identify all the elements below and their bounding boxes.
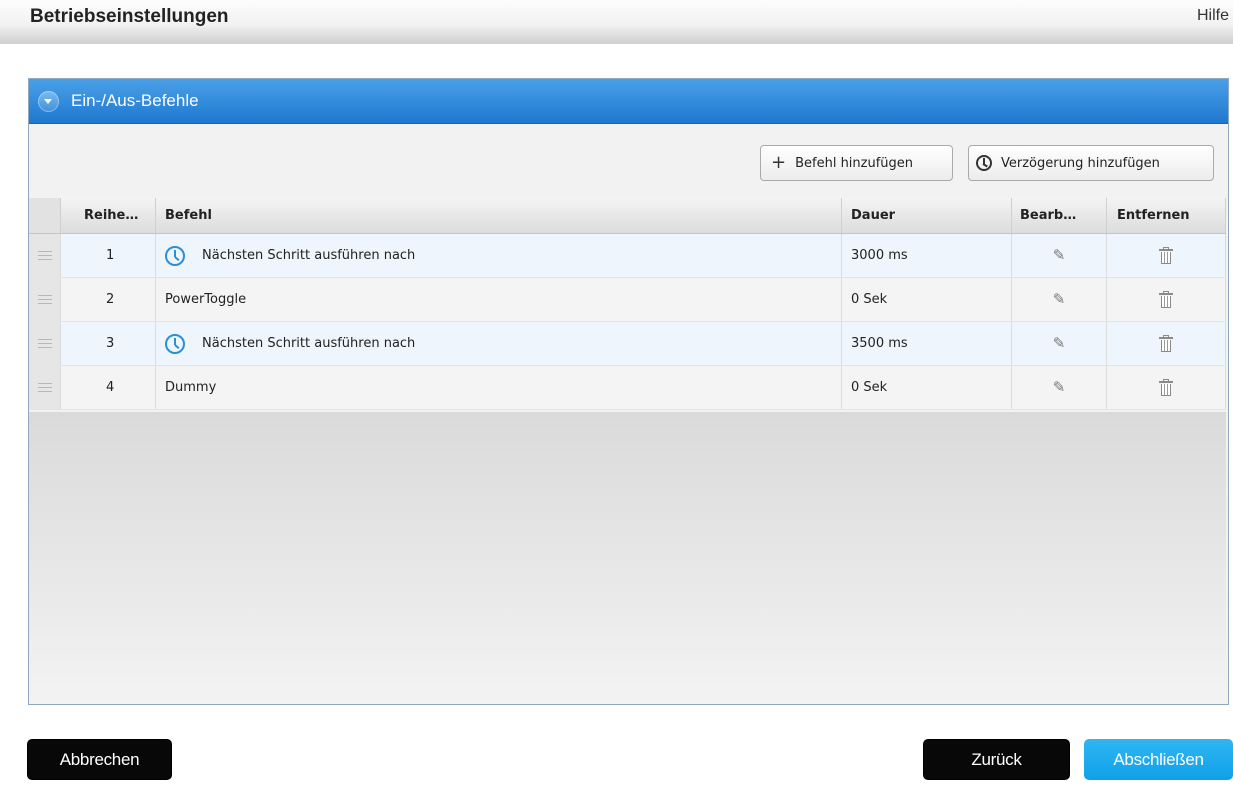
row-command-label: Nächsten Schritt ausführen nach <box>202 336 416 351</box>
column-header-duration[interactable]: Dauer <box>842 198 1012 233</box>
collapse-icon[interactable] <box>38 91 59 112</box>
row-command-label: PowerToggle <box>165 292 247 307</box>
top-bar: Betriebseinstellungen Hilfe <box>0 0 1233 44</box>
trash-icon <box>1159 291 1173 308</box>
drag-handle-icon[interactable] <box>29 234 61 277</box>
pencil-icon: ✎ <box>1052 334 1066 352</box>
column-header-edit[interactable]: Bearb… <box>1012 198 1107 233</box>
row-order: 1 <box>61 234 156 277</box>
row-order: 4 <box>61 366 156 409</box>
trash-icon <box>1159 247 1173 264</box>
edit-button[interactable]: ✎ <box>1012 322 1107 365</box>
pencil-icon: ✎ <box>1052 378 1066 396</box>
row-command-label: Dummy <box>165 380 217 395</box>
row-duration: 3000 ms <box>842 234 1012 277</box>
clock-icon <box>165 245 185 266</box>
pencil-icon: ✎ <box>1052 246 1066 264</box>
row-command: Dummy <box>156 366 842 409</box>
drag-handle-icon[interactable] <box>29 278 61 321</box>
row-duration: 3500 ms <box>842 322 1012 365</box>
panel-title: Ein-/Aus-Befehle <box>71 91 199 110</box>
delete-button[interactable] <box>1107 366 1226 409</box>
header-handle-cell <box>29 198 61 233</box>
commands-table: Reihe… Befehl Dauer Bearb… Entfernen 1 N… <box>29 198 1226 412</box>
plus-icon: + <box>771 152 787 173</box>
column-header-command[interactable]: Befehl <box>156 198 842 233</box>
column-header-remove[interactable]: Entfernen <box>1107 198 1226 233</box>
table-row[interactable]: 3 Nächsten Schritt ausführen nach 3500 m… <box>29 322 1226 366</box>
delete-button[interactable] <box>1107 278 1226 321</box>
trash-icon <box>1159 379 1173 396</box>
column-header-order[interactable]: Reihe… <box>61 198 156 233</box>
edit-button[interactable]: ✎ <box>1012 278 1107 321</box>
row-duration: 0 Sek <box>842 278 1012 321</box>
table-row[interactable]: 1 Nächsten Schritt ausführen nach 3000 m… <box>29 234 1226 278</box>
row-command: Nächsten Schritt ausführen nach <box>156 322 842 365</box>
row-command: Nächsten Schritt ausführen nach <box>156 234 842 277</box>
row-command-label: Nächsten Schritt ausführen nach <box>202 248 416 263</box>
trash-icon <box>1159 335 1173 352</box>
row-order: 2 <box>61 278 156 321</box>
table-row[interactable]: 4 Dummy 0 Sek ✎ <box>29 366 1226 410</box>
table-header: Reihe… Befehl Dauer Bearb… Entfernen <box>29 198 1226 234</box>
help-link[interactable]: Hilfe <box>1197 7 1229 25</box>
drag-handle-icon[interactable] <box>29 322 61 365</box>
back-button[interactable]: Zurück <box>923 739 1070 780</box>
panel-header[interactable]: Ein-/Aus-Befehle <box>29 79 1228 124</box>
clock-icon <box>976 155 992 171</box>
add-delay-label: Verzögerung hinzufügen <box>1001 155 1160 171</box>
finish-button[interactable]: Abschließen <box>1084 739 1233 780</box>
clock-icon <box>165 333 185 354</box>
table-row[interactable]: 2 PowerToggle 0 Sek ✎ <box>29 278 1226 322</box>
row-order: 3 <box>61 322 156 365</box>
row-command: PowerToggle <box>156 278 842 321</box>
add-command-label: Befehl hinzufügen <box>795 155 914 171</box>
panel-body: + Befehl hinzufügen Verzögerung hinzufüg… <box>29 124 1228 704</box>
table-empty-area <box>29 412 1226 704</box>
delete-button[interactable] <box>1107 322 1226 365</box>
edit-button[interactable]: ✎ <box>1012 234 1107 277</box>
page-title: Betriebseinstellungen <box>30 6 229 27</box>
add-delay-button[interactable]: Verzögerung hinzufügen <box>968 145 1214 181</box>
drag-handle-icon[interactable] <box>29 366 61 409</box>
delete-button[interactable] <box>1107 234 1226 277</box>
row-duration: 0 Sek <box>842 366 1012 409</box>
edit-button[interactable]: ✎ <box>1012 366 1107 409</box>
cancel-button[interactable]: Abbrechen <box>27 739 172 780</box>
add-command-button[interactable]: + Befehl hinzufügen <box>760 145 953 181</box>
commands-panel: Ein-/Aus-Befehle + Befehl hinzufügen Ver… <box>28 78 1229 705</box>
pencil-icon: ✎ <box>1052 290 1066 308</box>
